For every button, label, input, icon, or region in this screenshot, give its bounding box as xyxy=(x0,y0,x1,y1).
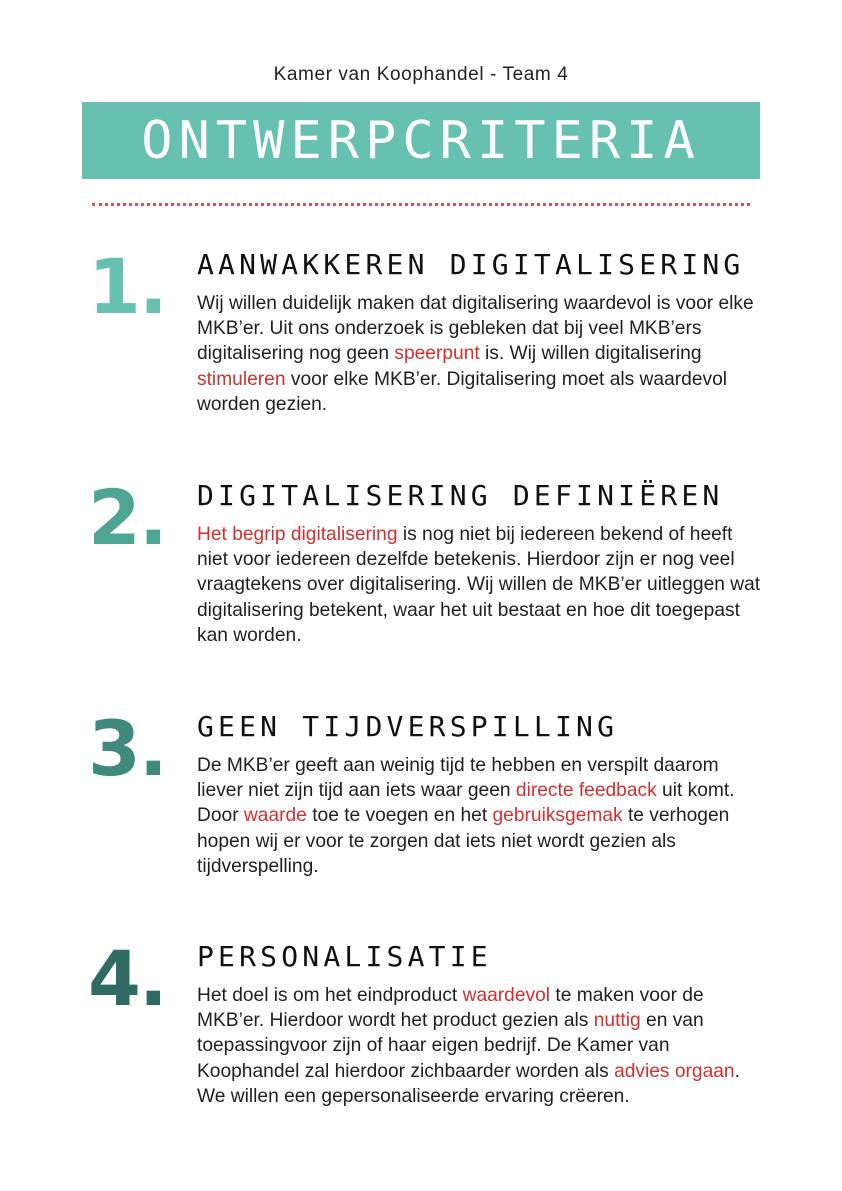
criterion-body: Het doel is om het eindproduct waardevol… xyxy=(197,983,762,1109)
highlight-text: nuttig xyxy=(593,1010,641,1032)
criterion-body: Het begrip digitalisering is nog niet bi… xyxy=(197,522,762,648)
body-text: toe te voegen en het xyxy=(306,805,493,827)
criterion-heading: PERSONALISATIE xyxy=(197,940,492,973)
criterion-number: 4. xyxy=(88,934,168,1023)
highlight-text: Het begrip digitalisering xyxy=(197,524,398,545)
criterion-number: 3. xyxy=(88,704,168,793)
dotted-divider xyxy=(92,203,750,206)
title-banner: ONTWERPCRITERIA xyxy=(82,102,760,179)
highlight-text: gebruiksgemak xyxy=(492,805,623,827)
highlight-text: waarde xyxy=(243,805,307,827)
highlight-text: speerpunt xyxy=(394,343,480,365)
page-subtitle: Kamer van Koophandel - Team 4 xyxy=(273,64,569,85)
highlight-text: stimuleren xyxy=(197,368,286,390)
page-title: ONTWERPCRITERIA xyxy=(141,110,701,171)
criterion-number: 2. xyxy=(88,473,168,562)
criterion-heading: GEEN TIJDVERSPILLING xyxy=(197,710,619,743)
body-text: is. Wij willen digitalisering xyxy=(479,343,702,365)
criterion-body: Wij willen duidelijk maken dat digitalis… xyxy=(197,291,762,417)
highlight-text: advies orgaan xyxy=(614,1060,735,1082)
criterion-heading: DIGITALISERING DEFINIËREN xyxy=(197,479,724,512)
criterion-number: 1. xyxy=(88,242,168,331)
highlight-text: directe feedback xyxy=(515,780,657,802)
highlight-text: waardevol xyxy=(462,985,551,1006)
criterion-body: De MKB’er geeft aan weinig tijd te hebbe… xyxy=(197,753,762,879)
body-text: Het doel is om het eindproduct xyxy=(197,985,463,1006)
criterion-heading: AANWAKKEREN DIGITALISERING xyxy=(197,248,745,281)
